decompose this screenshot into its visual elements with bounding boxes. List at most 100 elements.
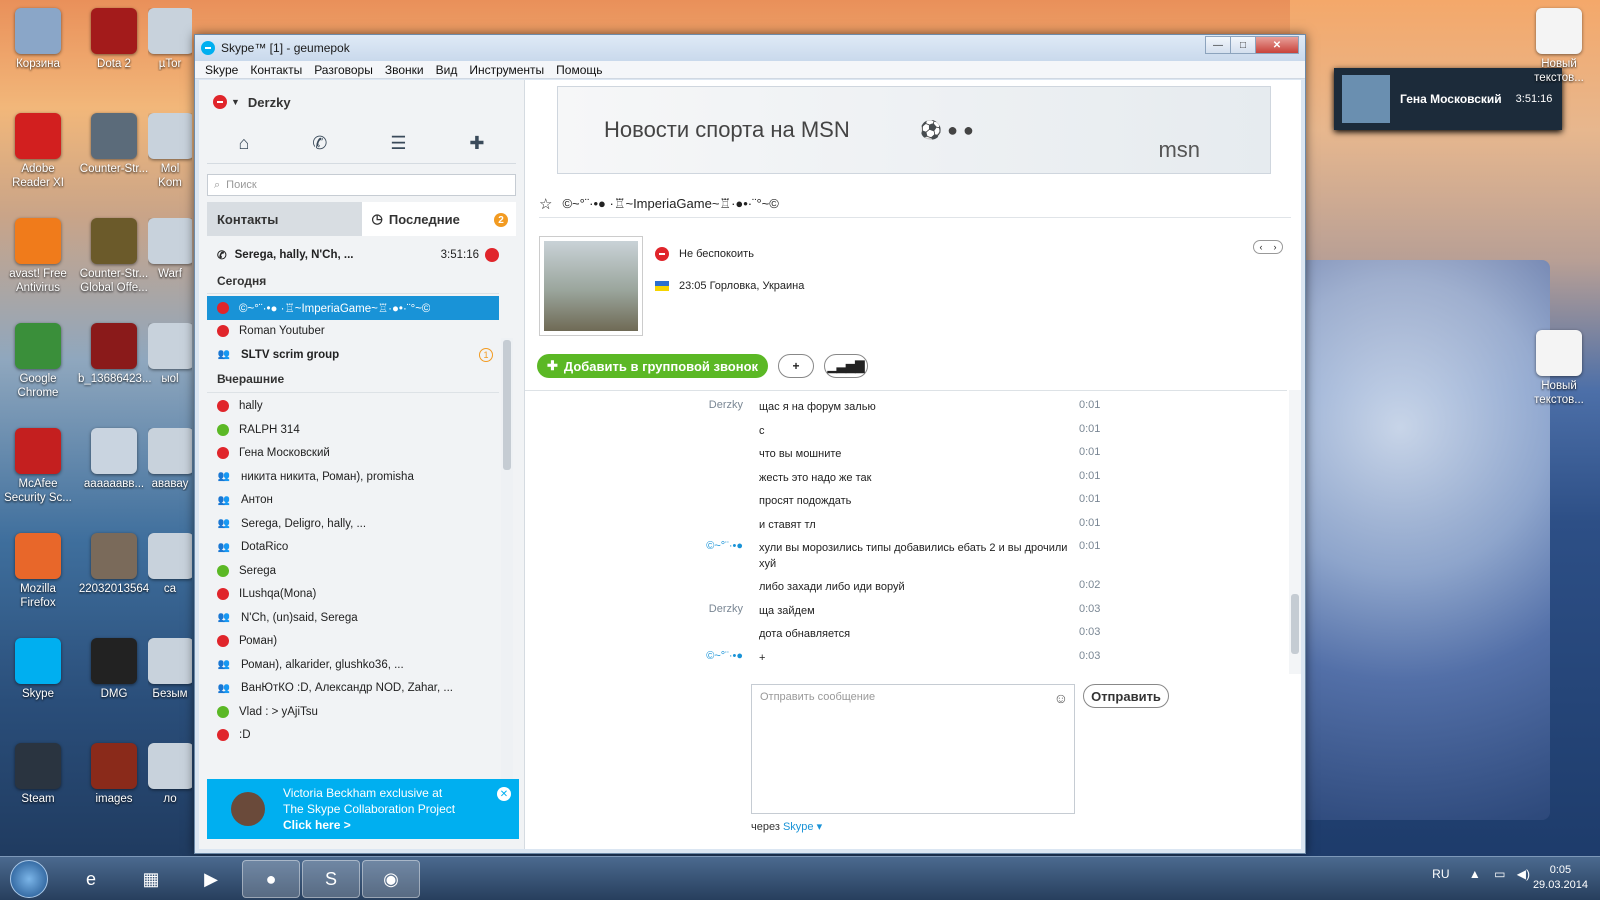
scrollbar-thumb[interactable] xyxy=(503,340,511,470)
list-item[interactable]: 👥 ВанЮтКО :D, Александр NOD, Zahar, ... xyxy=(207,677,499,701)
desktop-icon[interactable]: Counter-Str... Global Offe... xyxy=(78,218,150,295)
desktop-icon[interactable]: Новый текстов... xyxy=(1524,330,1594,407)
message-input[interactable]: Отправить сообщение ☺ xyxy=(751,684,1075,814)
end-call-icon[interactable] xyxy=(485,248,499,262)
desktop-icon[interactable]: Warf xyxy=(148,218,192,281)
list-item[interactable]: Роман) xyxy=(207,630,499,654)
language-indicator[interactable]: RU xyxy=(1432,867,1449,881)
media-player-icon[interactable]: ▶ xyxy=(182,860,240,898)
minimize-button[interactable]: — xyxy=(1205,36,1231,54)
ad-link[interactable]: Click here > xyxy=(283,818,351,832)
left-ad-banner[interactable]: Victoria Beckham exclusive at The Skype … xyxy=(207,779,519,839)
menu-item[interactable]: Помощь xyxy=(556,63,602,77)
desktop-icon[interactable]: ававау xyxy=(148,428,192,491)
list-item[interactable]: Roman Youtuber xyxy=(207,320,499,344)
chevron-left-icon[interactable]: ‹ xyxy=(1260,242,1263,252)
desktop-icon[interactable]: DMG xyxy=(78,638,150,701)
desktop-icon[interactable]: images xyxy=(78,743,150,806)
scrollbar-thumb[interactable] xyxy=(1291,594,1299,654)
chevron-right-icon[interactable]: › xyxy=(1274,242,1277,252)
ad-close-icon[interactable]: ✕ xyxy=(497,787,511,801)
skype-taskbar-icon[interactable]: S xyxy=(302,860,360,898)
desktop-icon[interactable]: Dota 2 xyxy=(78,8,150,71)
list-item[interactable]: hally xyxy=(207,395,499,419)
menu-item[interactable]: Контакты xyxy=(250,63,302,77)
desktop-icon[interactable]: Новый текстов... xyxy=(1524,8,1594,85)
top-ad-banner[interactable]: Новости спорта на MSN ⚽ ● ● msn xyxy=(557,86,1271,174)
desktop-icon[interactable]: ca xyxy=(148,533,192,596)
maximize-button[interactable]: □ xyxy=(1230,36,1256,54)
desktop-icon[interactable]: ыоl xyxy=(148,323,192,386)
desktop-icon[interactable]: µTor xyxy=(148,8,192,71)
menu-item[interactable]: Skype xyxy=(205,63,238,77)
list-item[interactable]: Vlad : > yAjiTsu xyxy=(207,700,499,724)
desktop-icon[interactable]: Безым xyxy=(148,638,192,701)
list-item[interactable]: 👥 DotaRico xyxy=(207,536,499,560)
profile-nav-arrows[interactable]: ‹ › xyxy=(1253,240,1283,254)
list-item[interactable]: 👥 никита никита, Роман), promisha xyxy=(207,465,499,489)
add-contact-icon[interactable]: ✚ xyxy=(469,133,484,154)
desktop-icon[interactable]: avast! Free Antivirus xyxy=(2,218,74,295)
desktop-icon[interactable]: Mozilla Firefox xyxy=(2,533,74,610)
list-item[interactable]: Гена Московский xyxy=(207,442,499,466)
list-scrollbar[interactable] xyxy=(501,338,513,802)
desktop-icon[interactable]: 22032013564 xyxy=(78,533,150,596)
list-item[interactable]: 👥 SLTV scrim group 1 xyxy=(207,343,499,367)
desktop-icon[interactable]: Mol Kom xyxy=(148,113,192,190)
desktop-icon[interactable]: Counter-Str... xyxy=(78,113,150,176)
online-status-icon xyxy=(217,564,229,577)
list-item[interactable]: 👥 Роман), alkarider, glushko36, ... xyxy=(207,653,499,677)
clock[interactable]: 0:05 29.03.2014 xyxy=(1533,863,1588,893)
emoticon-icon[interactable]: ☺ xyxy=(1054,690,1068,706)
desktop-icon[interactable]: Google Chrome xyxy=(2,323,74,400)
list-item[interactable]: 👥 Serega, Deligro, hally, ... xyxy=(207,512,499,536)
network-icon[interactable]: ▭ xyxy=(1494,867,1505,881)
add-button[interactable]: + xyxy=(778,354,815,378)
group-icon[interactable]: ☰ xyxy=(390,133,406,154)
close-button[interactable]: ✕ xyxy=(1255,36,1299,54)
send-button[interactable]: Отправить xyxy=(1083,684,1169,708)
call-quality-button[interactable]: ▁▃▅▇ xyxy=(824,354,869,378)
search-input[interactable]: ⌕ Поиск xyxy=(207,174,516,196)
add-to-group-call-button[interactable]: ✚ Добавить в групповой звонок xyxy=(537,354,769,378)
menu-item[interactable]: Разговоры xyxy=(314,63,373,77)
list-item[interactable]: 👥 N'Ch, (un)said, Serega xyxy=(207,606,499,630)
desktop-icon[interactable]: McAfee Security Sc... xyxy=(2,428,74,505)
profile-header[interactable]: ▼ Derzky xyxy=(199,80,524,124)
desktop-icon[interactable]: Корзина xyxy=(2,8,74,71)
desktop-icon-label: µTor xyxy=(158,58,182,70)
desktop-icon[interactable]: Adobe Reader XI xyxy=(2,113,74,190)
list-item[interactable]: ILushqa(Mona) xyxy=(207,583,499,607)
firefox-icon[interactable]: ● xyxy=(242,860,300,898)
desktop-icon[interactable]: Skype xyxy=(2,638,74,701)
desktop-icon[interactable]: Steam xyxy=(2,743,74,806)
chat-scrollbar[interactable] xyxy=(1289,390,1301,674)
desktop-icon[interactable]: аааааавв... xyxy=(78,428,150,491)
list-item[interactable]: 👥 Антон xyxy=(207,489,499,513)
tray-arrow-icon[interactable]: ▲ xyxy=(1469,867,1481,881)
home-icon[interactable]: ⌂ xyxy=(238,133,249,154)
via-skype-dropdown[interactable]: Skype ▾ xyxy=(783,821,822,833)
list-item[interactable]: ©~°¨·•● ·♖~ImperiaGame~♖·●•·¨°~© xyxy=(207,296,499,320)
desktop-icon[interactable]: ло xyxy=(148,743,192,806)
steam-taskbar-icon[interactable]: ◉ xyxy=(362,860,420,898)
desktop-icon[interactable]: b_13686423... xyxy=(78,323,152,386)
tab-contacts[interactable]: Контакты xyxy=(207,202,362,236)
phone-icon[interactable]: ✆ xyxy=(312,133,327,154)
contact-photo[interactable] xyxy=(539,236,643,336)
menu-item[interactable]: Вид xyxy=(436,63,458,77)
list-item[interactable]: Serega xyxy=(207,559,499,583)
message-time: 0:01 xyxy=(1079,469,1101,482)
explorer-icon[interactable]: ▦ xyxy=(122,860,180,898)
menu-item[interactable]: Звонки xyxy=(385,63,424,77)
tab-recent[interactable]: ◷ Последние 2 xyxy=(361,202,516,236)
active-call-row[interactable]: ✆ Serega, hally, N'Ch, ... 3:51:16 xyxy=(207,242,499,268)
star-icon[interactable]: ☆ xyxy=(539,195,552,213)
menu-item[interactable]: Инструменты xyxy=(469,63,544,77)
message-time: 0:01 xyxy=(1079,493,1101,505)
list-item[interactable]: :D xyxy=(207,724,499,748)
start-button[interactable] xyxy=(10,860,48,898)
list-item[interactable]: RALPH 314 xyxy=(207,418,499,442)
volume-icon[interactable]: ◀) xyxy=(1517,867,1530,881)
ie-icon[interactable]: e xyxy=(62,860,120,898)
